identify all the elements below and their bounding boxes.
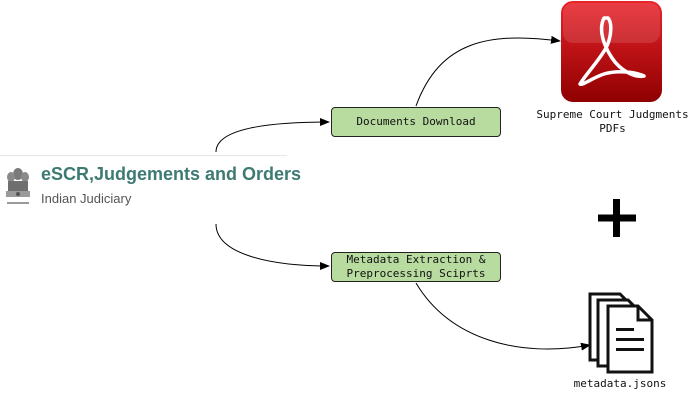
pdf-caption-line2: PDFs: [599, 122, 626, 135]
pdf-caption-line1: Supreme Court Judgments: [536, 108, 689, 121]
metadata-extraction-step: Metadata Extraction & Preprocessing Scip…: [331, 252, 501, 282]
source-logo-panel: eSCR,Judgements and Orders Indian Judici…: [0, 155, 301, 222]
json-output-caption: metadata.jsons: [573, 377, 667, 390]
metadata-step-line2: Preprocessing Sciprts: [346, 267, 486, 280]
metadata-step-line1: Metadata Extraction &: [346, 253, 486, 266]
arrow-metadata-to-json: [415, 282, 591, 351]
arrow-source-to-download: [215, 118, 330, 153]
documents-download-label: Documents Download: [356, 115, 476, 128]
adobe-pdf-icon: [561, 1, 662, 102]
source-subtitle: Indian Judiciary: [41, 191, 132, 206]
plus-icon: [598, 199, 636, 237]
national-emblem-icon: [6, 168, 30, 204]
source-title: eSCR,Judgements and Orders: [41, 164, 302, 184]
pdf-output-caption: Supreme Court Judgments PDFs: [520, 108, 700, 136]
arrow-download-to-pdfs: [415, 35, 561, 107]
documents-stack-icon: [588, 292, 654, 374]
arrow-source-to-metadata: [215, 223, 330, 270]
documents-download-step: Documents Download: [331, 107, 501, 137]
